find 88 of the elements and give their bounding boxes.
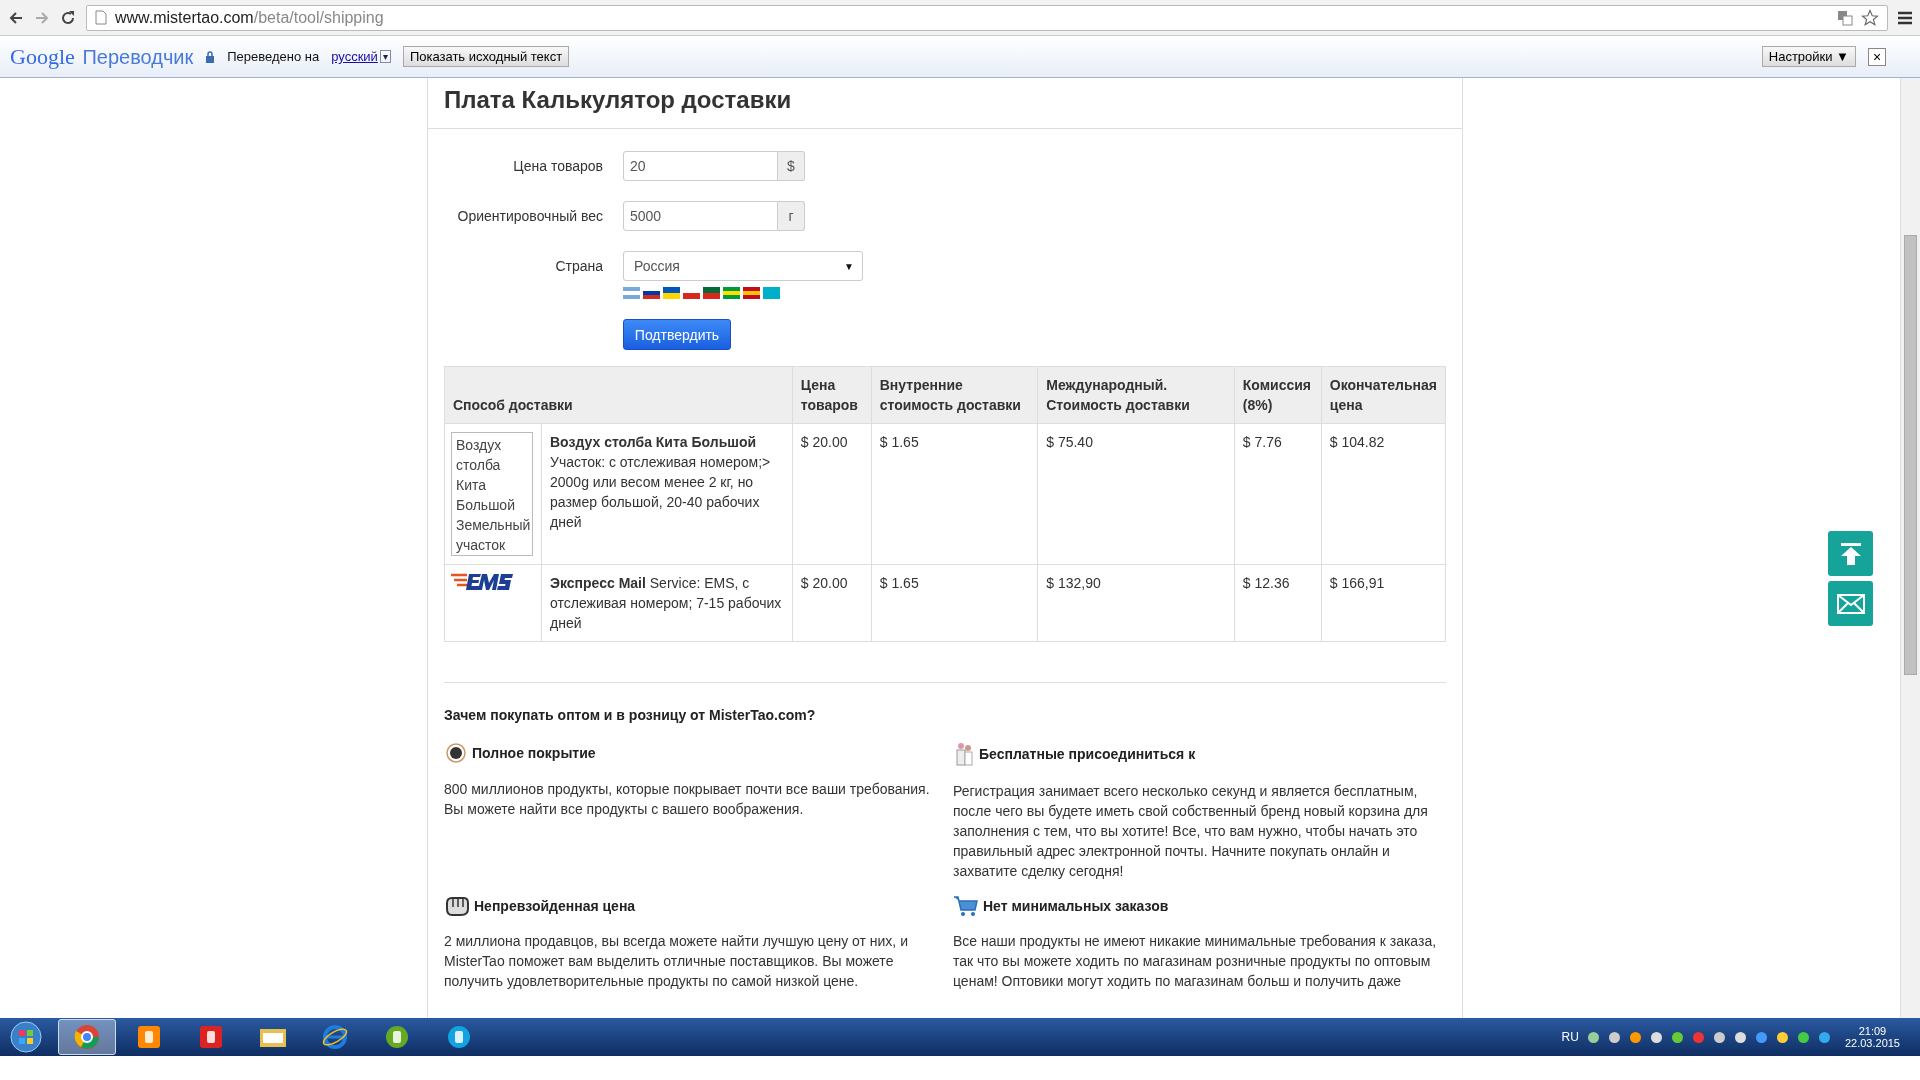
table-cell: $ 20.00 xyxy=(792,423,872,565)
column-header: Цена товаров xyxy=(792,366,872,424)
translated-to-label: Переведено на xyxy=(227,49,320,64)
fist-icon xyxy=(444,895,470,917)
field-label: Ориентировочный вес xyxy=(456,207,603,226)
table-cell: $ 20.00 xyxy=(792,564,872,642)
column-header: Внутренние стоимость доставки xyxy=(871,366,1038,424)
app-icon xyxy=(198,1024,224,1050)
people-icon xyxy=(953,741,975,767)
flag-icon xyxy=(723,287,740,299)
settings-button[interactable]: Настройки ▼ xyxy=(1761,46,1856,67)
country-select[interactable]: Россия ▼ xyxy=(623,251,863,281)
column-header: Окончательная цена xyxy=(1321,366,1446,424)
feature-title: Полное покрытие xyxy=(472,745,596,761)
language-link[interactable]: русский xyxy=(331,49,378,64)
feature-title: Бесплатные присоединиться к xyxy=(979,746,1196,762)
tray-icon[interactable] xyxy=(1649,1030,1663,1044)
shipping-method-title: Воздух столба Кита Большой xyxy=(550,433,758,452)
globe-icon xyxy=(321,1023,349,1051)
lock-icon xyxy=(205,50,216,63)
clock-time: 21:09 xyxy=(1858,1025,1887,1037)
field-label: Цена товаров xyxy=(512,157,603,176)
field-label: Страна xyxy=(554,257,603,276)
table-cell: $ 1.65 xyxy=(871,423,1038,565)
column-header: Международный. Стоимость доставки xyxy=(1037,366,1235,424)
language-indicator[interactable]: RU xyxy=(1561,1030,1579,1044)
mail-icon xyxy=(1836,593,1865,614)
column-header: Комиссия (8%) xyxy=(1234,366,1322,424)
cart-icon xyxy=(953,895,979,917)
shipping-method-description: Участок: с отслеживая номером;> 2000g или весом менее 2 кг, но размер большой, 20-40 рабочих дней xyxy=(550,453,772,532)
flag-icon xyxy=(663,287,680,299)
submit-button[interactable]: Подтвердить xyxy=(623,319,731,350)
table-cell: $ 104.82 xyxy=(1321,423,1446,565)
flag-icon xyxy=(743,287,760,299)
tray-icon[interactable] xyxy=(1607,1030,1621,1044)
show-original-button[interactable]: Показать исходный текст xyxy=(402,46,570,67)
feature-text: 2 миллиона продавцов, вы всегда можете найти лучшую цену от них, и MisterTao поможет вам выделить отличные поставщиков. Вы можете получить удовлетворительные продукты по самой низкой цене. xyxy=(444,932,909,991)
tray-icon[interactable] xyxy=(1628,1030,1642,1044)
tray-icon[interactable] xyxy=(1670,1030,1684,1044)
flag-icon xyxy=(763,287,780,299)
browser-icon xyxy=(74,1024,100,1050)
table-cell: $ 1.65 xyxy=(871,564,1038,642)
scroll-top-button[interactable] xyxy=(1828,531,1873,576)
tray-icon[interactable] xyxy=(1733,1030,1747,1044)
tray-icon[interactable] xyxy=(1775,1030,1789,1044)
column-header: Способ доставки xyxy=(444,366,793,424)
unit-addon: г xyxy=(778,201,805,231)
table-cell: $ 12.36 xyxy=(1234,564,1322,642)
translate-icon[interactable] xyxy=(1837,9,1853,26)
target-icon xyxy=(444,741,468,765)
page-icon xyxy=(95,10,107,25)
unit-addon: $ xyxy=(778,151,805,181)
back-icon[interactable] xyxy=(8,9,24,26)
input-field[interactable]: 20 xyxy=(623,151,778,181)
flag-icon xyxy=(703,287,720,299)
reload-icon[interactable] xyxy=(60,9,76,26)
table-cell: $ 132,90 xyxy=(1037,564,1235,642)
feature-text: Регистрация занимает всего несколько секунд и является бесплатным, после чего вы будете иметь свой собственный бренд новый корзина для заполнения с тем, что вы хотите! Все, что вам нужно, чтобы начать это правильный адрес электронной почты. Начните покупать онлайн и захватите сделку сегодня! xyxy=(953,782,1429,881)
input-field[interactable]: 5000 xyxy=(623,201,778,231)
page-title: Плата Калькулятор доставки xyxy=(428,78,1462,129)
tray-icon[interactable] xyxy=(1712,1030,1726,1044)
language-dropdown[interactable]: ▾ xyxy=(379,50,391,63)
table-cell: $ 166,91 xyxy=(1321,564,1446,642)
feature-text: Все наши продукты не имеют никакие минимальные требования к заказа, так что вы можете ходить по магазинам розничные продукты по оптовым ценам! Оптовики могут ходить по магазинам больш и получить даже xyxy=(953,932,1438,991)
mail-button[interactable] xyxy=(1828,581,1873,626)
menu-icon[interactable] xyxy=(1898,10,1912,25)
url-text: www.mistertao.com/beta/tool/shipping xyxy=(115,8,384,27)
tray-icon[interactable] xyxy=(1817,1030,1831,1044)
tray-icon[interactable] xyxy=(1586,1030,1600,1044)
feature-title: Нет минимальных заказов xyxy=(983,898,1169,914)
app-icon xyxy=(136,1024,162,1050)
table-cell: $ 7.76 xyxy=(1234,423,1322,565)
feature-text: 800 миллионов продукты, которые покрывает почти все ваши требования. Вы можете найти все продукты с вашего воображения. xyxy=(444,780,931,819)
flag-icon xyxy=(623,287,640,299)
shipping-method-description: Экспресс Mail Service: EMS, с отслеживая номером; 7-15 рабочих дней xyxy=(550,574,783,633)
tray-icon[interactable] xyxy=(1796,1030,1810,1044)
address-bar[interactable]: www.mistertao.com/beta/tool/shipping xyxy=(86,4,1888,31)
feature-title: Непревзойденная цена xyxy=(474,898,636,914)
section-heading: Зачем покупать оптом и в розницу от MisterTao.com? xyxy=(444,707,817,723)
broken-image: Воздух столба Кита Большой Земельный участок xyxy=(451,432,533,556)
scrollbar[interactable] xyxy=(1900,78,1920,1018)
google-translate-logo: Google Переводчик xyxy=(10,43,194,70)
table-cell: $ 75.40 xyxy=(1037,423,1235,565)
tray-icon[interactable] xyxy=(1754,1030,1768,1044)
close-button[interactable]: × xyxy=(1868,47,1886,66)
ems-logo xyxy=(451,573,515,591)
clock-date: 22.03.2015 xyxy=(1844,1037,1900,1049)
star-icon[interactable] xyxy=(1861,8,1879,27)
